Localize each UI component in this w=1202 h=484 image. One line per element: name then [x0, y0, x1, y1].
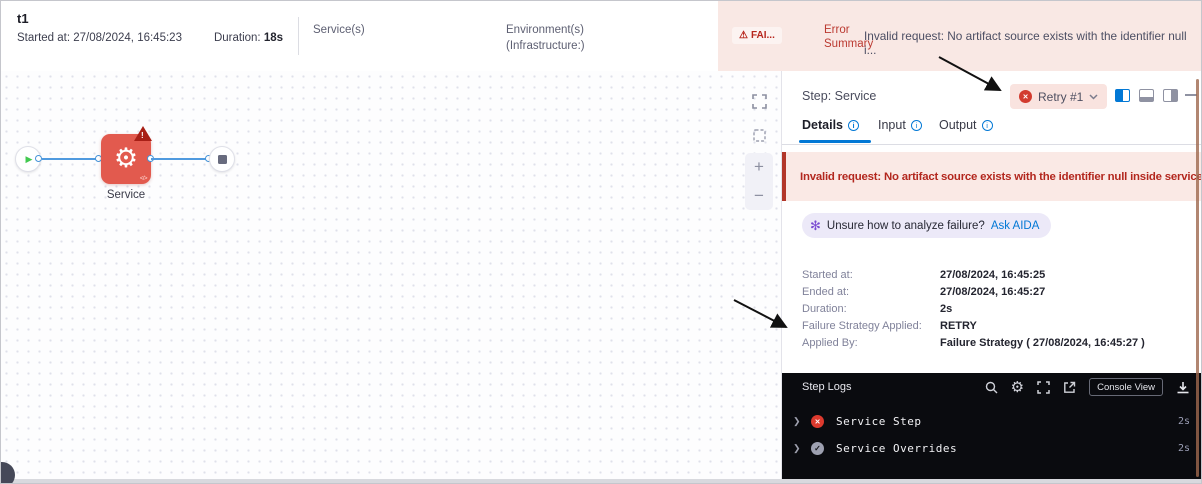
gear-icon: ⚙: [113, 143, 139, 173]
detail-row-ended-at: Ended at: 27/08/2024, 16:45:27: [802, 286, 1192, 303]
download-logs-icon[interactable]: [1176, 381, 1190, 394]
tab-output[interactable]: Output i: [939, 118, 993, 132]
info-icon: i: [981, 119, 993, 131]
code-icon: </>: [139, 176, 148, 182]
window-bottom-edge: [1, 479, 1201, 483]
duration-label: Duration:: [213, 32, 264, 44]
retry-label: Retry #1: [1038, 89, 1084, 104]
failed-status-icon: ✕: [811, 415, 824, 428]
log-row-service-overrides[interactable]: ❯ ✓ Service Overrides 2s: [782, 436, 1201, 462]
tab-details[interactable]: Details i: [802, 118, 859, 132]
error-summary-banner: ⚠ FAI... Error Summary Invalid request: N…: [718, 1, 1201, 71]
aida-question-text: Unsure how to analyze failure?: [826, 219, 985, 232]
service-node-label: Service: [106, 189, 146, 201]
tab-input[interactable]: Input i: [878, 118, 922, 132]
service-step-node[interactable]: ⚙ ! </>: [101, 126, 152, 184]
pipeline-canvas[interactable]: ▶ ⚙ ! </> Service + −: [1, 71, 781, 481]
canvas-zoom-controls: + −: [745, 153, 773, 210]
aida-icon: ✻: [810, 217, 821, 233]
log-step-duration: 2s: [1177, 443, 1190, 454]
layout-split-left-button[interactable]: [1115, 89, 1130, 102]
execution-header: t1 Started at: 27/08/2024, 16:45:23 Dura…: [1, 1, 1201, 71]
active-tab-indicator: [799, 140, 871, 143]
connector-dot: [35, 155, 42, 162]
chevron-down-icon: [1089, 93, 1098, 100]
duration-value: 18s: [263, 32, 283, 44]
pipeline-execution-window: t1 Started at: 27/08/2024, 16:45:23 Dura…: [0, 0, 1202, 484]
step-logs-header: Step Logs ⚙ Console View: [782, 373, 1201, 401]
detail-label: Started at:: [802, 269, 853, 281]
layout-dock-right-button[interactable]: [1163, 89, 1178, 102]
detail-label: Applied By:: [802, 337, 858, 349]
log-step-duration: 2s: [1177, 416, 1190, 427]
detail-row-applied-by: Applied By: Failure Strategy ( 27/08/202…: [802, 337, 1192, 354]
failed-badge-label: FAI...: [750, 30, 775, 41]
infrastructure-label: (Infrastructure:): [506, 40, 585, 52]
detail-value: RETRY: [940, 320, 977, 332]
duration-text: Duration: 18s: [151, 32, 283, 44]
detail-label: Failure Strategy Applied:: [802, 320, 922, 332]
search-icon[interactable]: [985, 381, 998, 394]
fit-view-icon: [752, 128, 766, 142]
failed-circle-icon: ✕: [1019, 90, 1032, 103]
detail-row-duration: Duration: 2s: [802, 303, 1192, 320]
ask-aida-link[interactable]: Ask AIDA: [991, 220, 1040, 232]
pipeline-title: t1: [17, 11, 29, 26]
info-icon: i: [848, 119, 859, 131]
expand-logs-icon[interactable]: [1037, 380, 1050, 394]
log-settings-gear-icon[interactable]: ⚙: [1011, 380, 1024, 395]
detail-label: Ended at:: [802, 286, 850, 298]
detail-value: 2s: [940, 303, 953, 315]
zoom-out-button[interactable]: −: [745, 182, 773, 211]
console-view-button[interactable]: Console View: [1089, 378, 1163, 396]
chevron-right-icon[interactable]: ❯: [793, 416, 801, 427]
aida-suggestion-pill: ✻ Unsure how to analyze failure? Ask AID…: [802, 213, 1052, 238]
environments-label: Environment(s): [506, 24, 584, 36]
layout-dock-bottom-button[interactable]: [1139, 89, 1154, 102]
log-row-service-step[interactable]: ❯ ✕ Service Step 2s: [782, 409, 1201, 435]
edge-service-to-end: [151, 158, 208, 160]
end-node[interactable]: [209, 146, 235, 172]
chevron-right-icon[interactable]: ❯: [793, 443, 801, 454]
step-logs-title: Step Logs: [802, 381, 852, 393]
detail-row-failure-strategy: Failure Strategy Applied: RETRY: [802, 320, 1192, 337]
edge-start-to-service: [42, 158, 98, 160]
detail-label: Duration:: [802, 303, 847, 315]
tab-details-label: Details: [802, 118, 843, 132]
open-external-icon[interactable]: [1063, 381, 1076, 394]
success-status-icon: ✓: [811, 442, 824, 455]
detail-value: Failure Strategy ( 27/08/2024, 16:45:27 …: [940, 337, 1145, 349]
log-step-name: Service Step: [836, 415, 922, 428]
error-summary-message: Invalid request: No artifact source exis…: [864, 29, 1187, 57]
step-error-strip: Invalid request: No artifact source exis…: [782, 152, 1202, 201]
log-step-name: Service Overrides: [836, 442, 958, 455]
tab-output-label: Output: [939, 118, 977, 132]
zoom-in-button[interactable]: +: [745, 153, 773, 182]
services-label: Service(s): [313, 24, 365, 36]
panel-scrollbar[interactable]: [1196, 79, 1199, 477]
stop-icon: [217, 154, 227, 164]
detail-value: 27/08/2024, 16:45:27: [940, 286, 1046, 298]
header-divider: [298, 17, 299, 55]
detail-row-started-at: Started at: 27/08/2024, 16:45:25: [802, 269, 1192, 286]
retry-dropdown[interactable]: ✕ Retry #1: [1010, 84, 1108, 109]
failed-status-badge: ⚠ FAI...: [732, 27, 782, 44]
fullscreen-icon: [751, 93, 767, 109]
tab-input-label: Input: [878, 118, 906, 132]
detail-value: 27/08/2024, 16:45:25: [940, 269, 1046, 281]
step-details-panel: Step: Service ✕ Retry #1 Details i Input…: [781, 71, 1202, 483]
warning-icon: ⚠: [739, 30, 748, 41]
canvas-fullscreen-button[interactable]: [745, 87, 773, 115]
step-logs-console: Step Logs ⚙ Console View ❯ ✕ Service Ste…: [782, 373, 1201, 483]
play-icon: ▶: [25, 153, 33, 164]
node-warning-icon: !: [134, 126, 152, 141]
step-error-message: Invalid request: No artifact source exis…: [800, 170, 1202, 183]
info-icon: i: [910, 119, 922, 131]
tabs-divider: [782, 144, 1201, 145]
step-title: Step: Service: [802, 89, 877, 103]
canvas-fit-view-button[interactable]: [745, 121, 773, 149]
